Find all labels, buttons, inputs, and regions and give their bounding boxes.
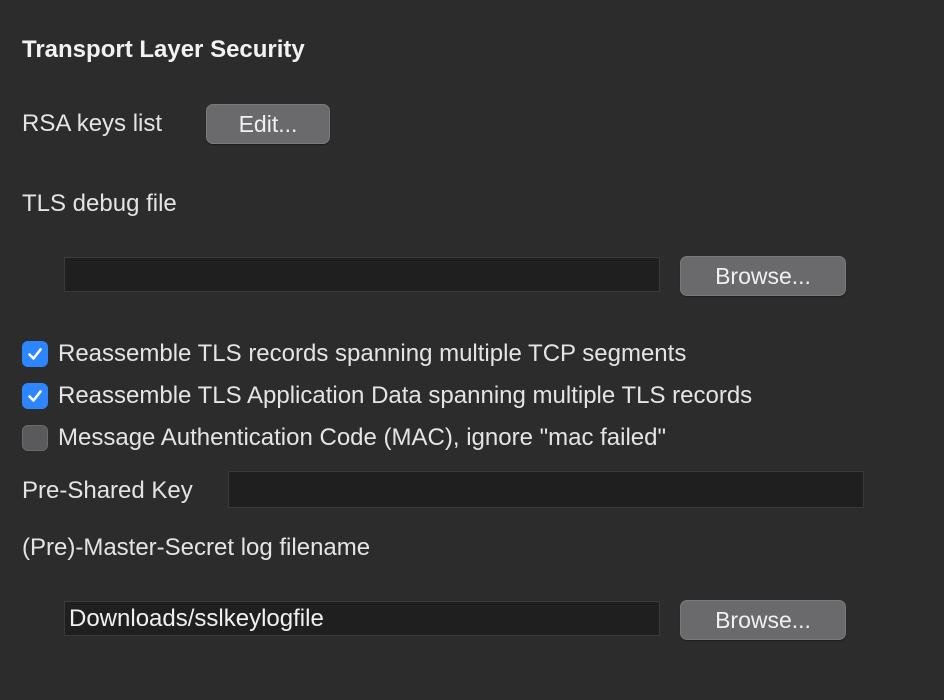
tls-debug-file-field[interactable] bbox=[64, 257, 660, 292]
tls-debug-file-label: TLS debug file bbox=[22, 190, 177, 217]
option-label: Reassemble TLS records spanning multiple… bbox=[58, 340, 687, 367]
rsa-keys-label: RSA keys list bbox=[22, 110, 163, 137]
checkbox-ignore-mac-failed[interactable] bbox=[22, 425, 48, 451]
psk-field[interactable] bbox=[228, 471, 864, 508]
option-reassemble-app-data[interactable]: Reassemble TLS Application Data spanning… bbox=[22, 380, 752, 412]
tls-debug-browse-button[interactable]: Browse... bbox=[680, 256, 846, 296]
option-label: Message Authentication Code (MAC), ignor… bbox=[58, 424, 667, 451]
option-reassemble-tcp[interactable]: Reassemble TLS records spanning multiple… bbox=[22, 338, 686, 370]
master-secret-label: (Pre)-Master-Secret log filename bbox=[22, 534, 371, 561]
checkbox-reassemble-tcp[interactable] bbox=[22, 341, 48, 367]
master-secret-browse-button[interactable]: Browse... bbox=[680, 600, 846, 640]
master-secret-file-field[interactable]: Downloads/sslkeylogfile bbox=[64, 601, 660, 636]
option-ignore-mac-failed[interactable]: Message Authentication Code (MAC), ignor… bbox=[22, 422, 666, 454]
section-title: Transport Layer Security bbox=[22, 36, 305, 63]
tls-preferences-panel: Transport Layer Security RSA keys list E… bbox=[0, 0, 944, 700]
option-label: Reassemble TLS Application Data spanning… bbox=[58, 382, 753, 409]
checkmark-icon bbox=[28, 390, 42, 402]
checkbox-reassemble-app-data[interactable] bbox=[22, 383, 48, 409]
psk-label: Pre-Shared Key bbox=[22, 477, 193, 504]
rsa-edit-button[interactable]: Edit... bbox=[206, 104, 330, 144]
checkmark-icon bbox=[28, 348, 42, 360]
